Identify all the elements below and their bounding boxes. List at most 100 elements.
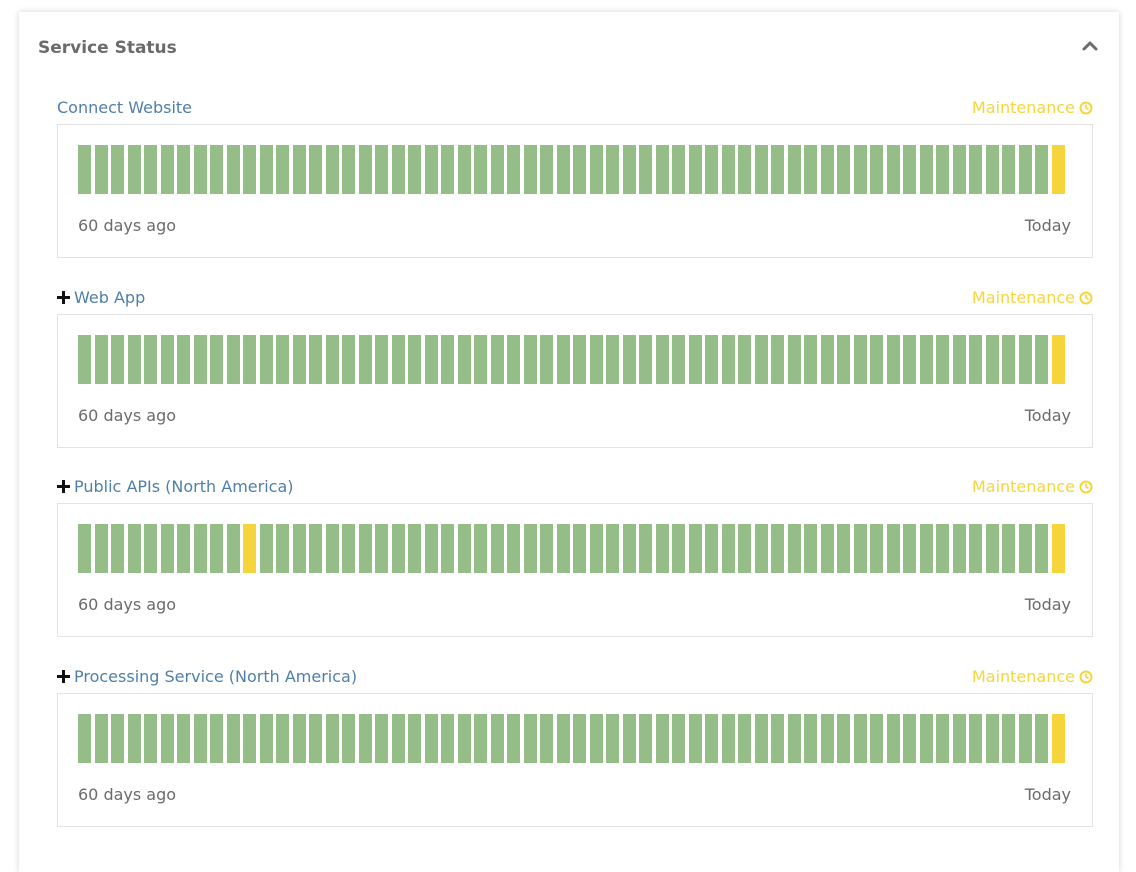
uptime-bar-operational[interactable]	[507, 714, 520, 763]
uptime-bar-operational[interactable]	[920, 145, 933, 194]
uptime-bar-operational[interactable]	[639, 524, 652, 573]
uptime-bar-operational[interactable]	[788, 145, 801, 194]
uptime-bar-operational[interactable]	[986, 145, 999, 194]
uptime-bar-operational[interactable]	[986, 524, 999, 573]
uptime-bar-operational[interactable]	[474, 145, 487, 194]
uptime-bar-operational[interactable]	[1002, 714, 1015, 763]
uptime-bar-operational[interactable]	[623, 145, 636, 194]
uptime-bar-operational[interactable]	[309, 714, 322, 763]
uptime-bar-operational[interactable]	[788, 335, 801, 384]
uptime-bar-operational[interactable]	[1002, 335, 1015, 384]
uptime-bar-operational[interactable]	[260, 145, 273, 194]
uptime-bar-operational[interactable]	[1035, 714, 1048, 763]
uptime-bar-operational[interactable]	[1002, 145, 1015, 194]
uptime-bar-operational[interactable]	[276, 524, 289, 573]
uptime-bar-operational[interactable]	[573, 335, 586, 384]
uptime-bar-operational[interactable]	[969, 335, 982, 384]
uptime-bar-operational[interactable]	[689, 335, 702, 384]
uptime-bar-operational[interactable]	[936, 145, 949, 194]
uptime-bar-operational[interactable]	[326, 335, 339, 384]
uptime-bar-operational[interactable]	[936, 335, 949, 384]
uptime-bar-operational[interactable]	[738, 524, 751, 573]
uptime-bar-operational[interactable]	[837, 524, 850, 573]
uptime-bar-operational[interactable]	[656, 145, 669, 194]
uptime-bar-operational[interactable]	[969, 714, 982, 763]
uptime-bar-operational[interactable]	[425, 145, 438, 194]
uptime-bar-operational[interactable]	[161, 524, 174, 573]
uptime-bar-operational[interactable]	[722, 145, 735, 194]
uptime-bar-operational[interactable]	[210, 335, 223, 384]
uptime-bar-operational[interactable]	[260, 714, 273, 763]
uptime-bar-operational[interactable]	[392, 145, 405, 194]
uptime-bar-operational[interactable]	[788, 714, 801, 763]
service-name[interactable]: Public APIs (North America)	[57, 477, 294, 496]
uptime-bar-operational[interactable]	[111, 335, 124, 384]
uptime-bar-operational[interactable]	[606, 714, 619, 763]
uptime-bar-operational[interactable]	[936, 714, 949, 763]
uptime-bar-operational[interactable]	[458, 524, 471, 573]
uptime-bar-operational[interactable]	[491, 145, 504, 194]
uptime-bar-maintenance[interactable]	[243, 524, 256, 573]
uptime-bar-operational[interactable]	[590, 524, 603, 573]
uptime-bar-operational[interactable]	[342, 145, 355, 194]
uptime-bar-operational[interactable]	[474, 524, 487, 573]
uptime-bar-maintenance[interactable]	[1052, 714, 1065, 763]
uptime-bar-operational[interactable]	[689, 714, 702, 763]
uptime-bar-operational[interactable]	[639, 145, 652, 194]
uptime-bar-operational[interactable]	[408, 524, 421, 573]
uptime-bar-operational[interactable]	[590, 714, 603, 763]
uptime-bar-operational[interactable]	[524, 714, 537, 763]
uptime-bar-operational[interactable]	[887, 335, 900, 384]
uptime-bar-operational[interactable]	[1019, 524, 1032, 573]
uptime-bar-operational[interactable]	[755, 145, 768, 194]
uptime-bar-operational[interactable]	[95, 524, 108, 573]
uptime-bar-operational[interactable]	[95, 335, 108, 384]
uptime-bar-operational[interactable]	[821, 335, 834, 384]
uptime-bar-operational[interactable]	[293, 335, 306, 384]
uptime-bar-maintenance[interactable]	[1052, 524, 1065, 573]
uptime-bar-operational[interactable]	[903, 145, 916, 194]
uptime-bar-operational[interactable]	[804, 524, 817, 573]
uptime-bar-maintenance[interactable]	[1052, 335, 1065, 384]
uptime-bar-operational[interactable]	[441, 145, 454, 194]
uptime-bar-operational[interactable]	[359, 335, 372, 384]
uptime-bar-operational[interactable]	[755, 524, 768, 573]
uptime-bar-operational[interactable]	[1035, 145, 1048, 194]
uptime-bar-operational[interactable]	[540, 524, 553, 573]
uptime-bar-operational[interactable]	[425, 335, 438, 384]
uptime-bar-operational[interactable]	[309, 145, 322, 194]
uptime-bar-operational[interactable]	[210, 145, 223, 194]
uptime-bar-operational[interactable]	[557, 714, 570, 763]
uptime-bar-operational[interactable]	[375, 524, 388, 573]
uptime-bar-operational[interactable]	[408, 714, 421, 763]
uptime-bar-operational[interactable]	[276, 145, 289, 194]
uptime-bar-operational[interactable]	[903, 714, 916, 763]
uptime-bar-operational[interactable]	[557, 524, 570, 573]
uptime-bar-operational[interactable]	[887, 524, 900, 573]
uptime-bar-operational[interactable]	[870, 524, 883, 573]
uptime-bar-operational[interactable]	[161, 335, 174, 384]
uptime-bar-operational[interactable]	[375, 335, 388, 384]
uptime-bar-operational[interactable]	[870, 335, 883, 384]
plus-icon[interactable]	[57, 291, 70, 304]
uptime-bar-operational[interactable]	[755, 335, 768, 384]
uptime-bar-operational[interactable]	[78, 714, 91, 763]
uptime-bar-operational[interactable]	[144, 145, 157, 194]
uptime-bar-operational[interactable]	[722, 524, 735, 573]
uptime-bar-operational[interactable]	[606, 524, 619, 573]
uptime-bar-operational[interactable]	[755, 714, 768, 763]
uptime-bar-operational[interactable]	[243, 714, 256, 763]
uptime-bar-operational[interactable]	[903, 335, 916, 384]
uptime-bar-operational[interactable]	[821, 714, 834, 763]
uptime-bar-operational[interactable]	[705, 335, 718, 384]
uptime-bar-operational[interactable]	[326, 524, 339, 573]
uptime-bar-operational[interactable]	[227, 145, 240, 194]
uptime-bar-operational[interactable]	[177, 145, 190, 194]
uptime-bar-operational[interactable]	[524, 524, 537, 573]
uptime-bar-operational[interactable]	[243, 145, 256, 194]
uptime-bar-operational[interactable]	[111, 524, 124, 573]
uptime-bar-operational[interactable]	[491, 714, 504, 763]
uptime-bar-maintenance[interactable]	[1052, 145, 1065, 194]
uptime-bar-operational[interactable]	[887, 714, 900, 763]
uptime-bar-operational[interactable]	[177, 714, 190, 763]
